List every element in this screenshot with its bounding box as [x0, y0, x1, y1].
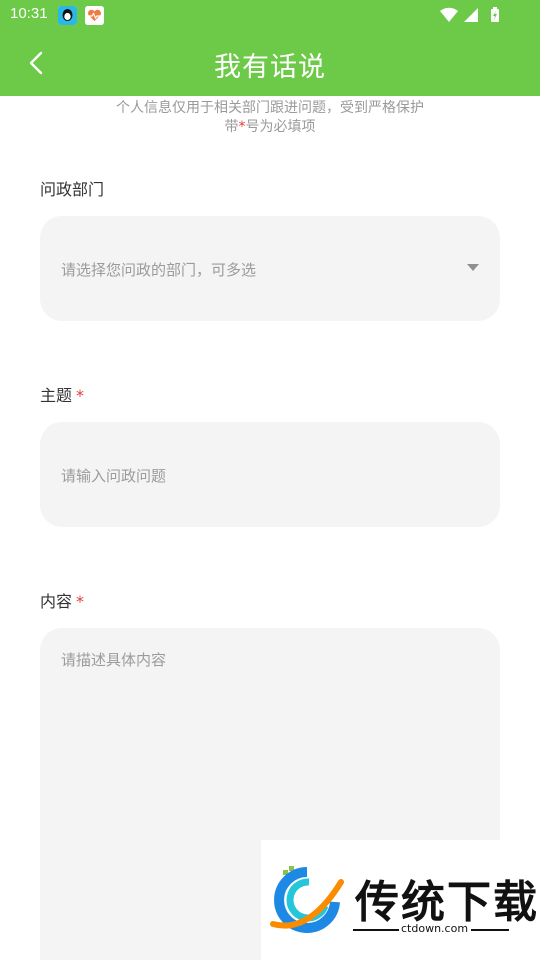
watermark-line-right: [471, 929, 509, 931]
required-star: *: [76, 592, 85, 611]
content-placeholder: 请描述具体内容: [61, 651, 167, 669]
required-notice-prefix: 带: [224, 119, 239, 135]
required-notice-suffix: 号为必填项: [245, 119, 316, 135]
status-time: 10:31: [10, 5, 48, 22]
watermark-text: 传统下载: [355, 877, 539, 928]
content-label: 内容 *: [40, 588, 84, 612]
required-star: *: [76, 386, 85, 405]
department-label-text: 问政部门: [40, 180, 105, 199]
department-placeholder: 请选择您问政的部门，可多选: [61, 261, 257, 279]
qq-app-icon: [58, 6, 77, 25]
required-notice: 带*号为必填项: [0, 116, 540, 136]
watermark: 传统下载 ctdown.com: [261, 840, 540, 960]
status-system-icons: [438, 6, 508, 28]
watermark-line-left: [353, 929, 399, 931]
signal-icon: [464, 8, 478, 22]
required-star: *: [238, 119, 246, 135]
battery-icon: [491, 7, 499, 22]
subject-label-text: 主题: [40, 386, 73, 405]
department-label: 问政部门: [40, 176, 104, 200]
department-select[interactable]: 请选择您问政的部门，可多选: [40, 216, 500, 321]
subject-input[interactable]: 请输入问政问题: [40, 422, 500, 527]
wifi-icon: [440, 7, 458, 22]
caret-down-icon: [467, 264, 479, 271]
app-bar: 我有话说: [0, 30, 540, 96]
ctdown-logo-icon: [269, 862, 345, 940]
content-label-text: 内容: [40, 592, 73, 611]
watermark-url: ctdown.com: [401, 922, 469, 935]
subject-label: 主题 *: [40, 382, 84, 406]
health-app-icon: [85, 6, 104, 25]
subject-placeholder: 请输入问政问题: [61, 467, 167, 485]
status-bar: 10:31: [0, 0, 540, 30]
privacy-notice: 个人信息仅用于相关部门跟进问题，受到严格保护: [116, 100, 424, 116]
page-title: 我有话说: [214, 52, 326, 83]
